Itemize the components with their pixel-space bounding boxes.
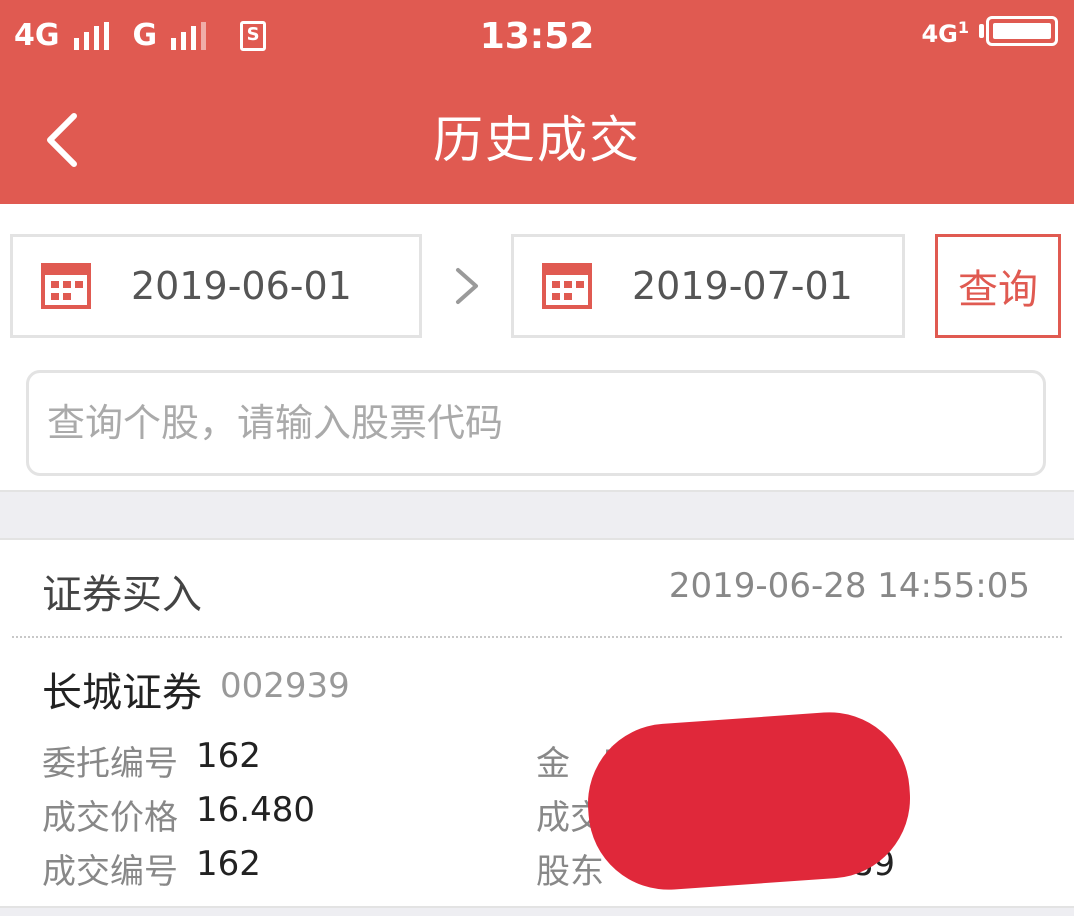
field-value: 16.480 [196, 790, 315, 830]
end-date-picker[interactable]: 2019-07-01 [511, 234, 905, 338]
bottom-divider [0, 906, 1074, 916]
battery-icon [986, 16, 1058, 46]
redaction-mark [582, 706, 916, 896]
network-right-label: 4G1 [921, 18, 969, 48]
back-button[interactable] [30, 100, 100, 180]
battery-tip-icon [979, 24, 984, 38]
calendar-icon [41, 263, 91, 309]
deal-price-field: 成交价格 16.480 [42, 790, 315, 839]
field-label: 委托编号 [42, 744, 178, 784]
stock-search-input[interactable] [26, 370, 1046, 476]
stock-code: 002939 [220, 666, 350, 706]
page-title: 历史成交 [433, 111, 641, 169]
field-label: 成交价格 [42, 798, 178, 838]
stock-name: 长城证券 [42, 670, 202, 716]
query-button[interactable]: 查询 [935, 234, 1061, 338]
field-value: 162 [196, 736, 261, 776]
section-divider [0, 490, 1074, 540]
trade-time: 2019-06-28 14:55:05 [668, 566, 1030, 606]
chevron-right-icon [456, 268, 478, 304]
calendar-icon [542, 263, 592, 309]
chevron-left-icon [47, 113, 77, 167]
dotted-divider [12, 636, 1062, 638]
trade-record-card[interactable]: 证券买入 2019-06-28 14:55:05 长城证券 002939 委托编… [0, 540, 1074, 916]
field-label: 股东 [536, 852, 604, 892]
app-header: 4G G S 13:52 4G1 历史成交 [0, 0, 1074, 204]
field-label: 成交编号 [42, 852, 178, 892]
field-value: 162 [196, 844, 261, 884]
status-time: 13:52 [479, 16, 595, 57]
start-date-picker[interactable]: 2019-06-01 [10, 234, 422, 338]
status-right: 4G1 [921, 16, 1058, 46]
end-date-value: 2019-07-01 [632, 264, 853, 308]
status-bar: 4G G S 13:52 4G1 [0, 0, 1074, 76]
deal-number-field: 成交编号 162 [42, 844, 261, 893]
entrust-number-field: 委托编号 162 [42, 736, 261, 785]
trade-type: 证券买入 [42, 572, 202, 618]
start-date-value: 2019-06-01 [131, 264, 352, 308]
